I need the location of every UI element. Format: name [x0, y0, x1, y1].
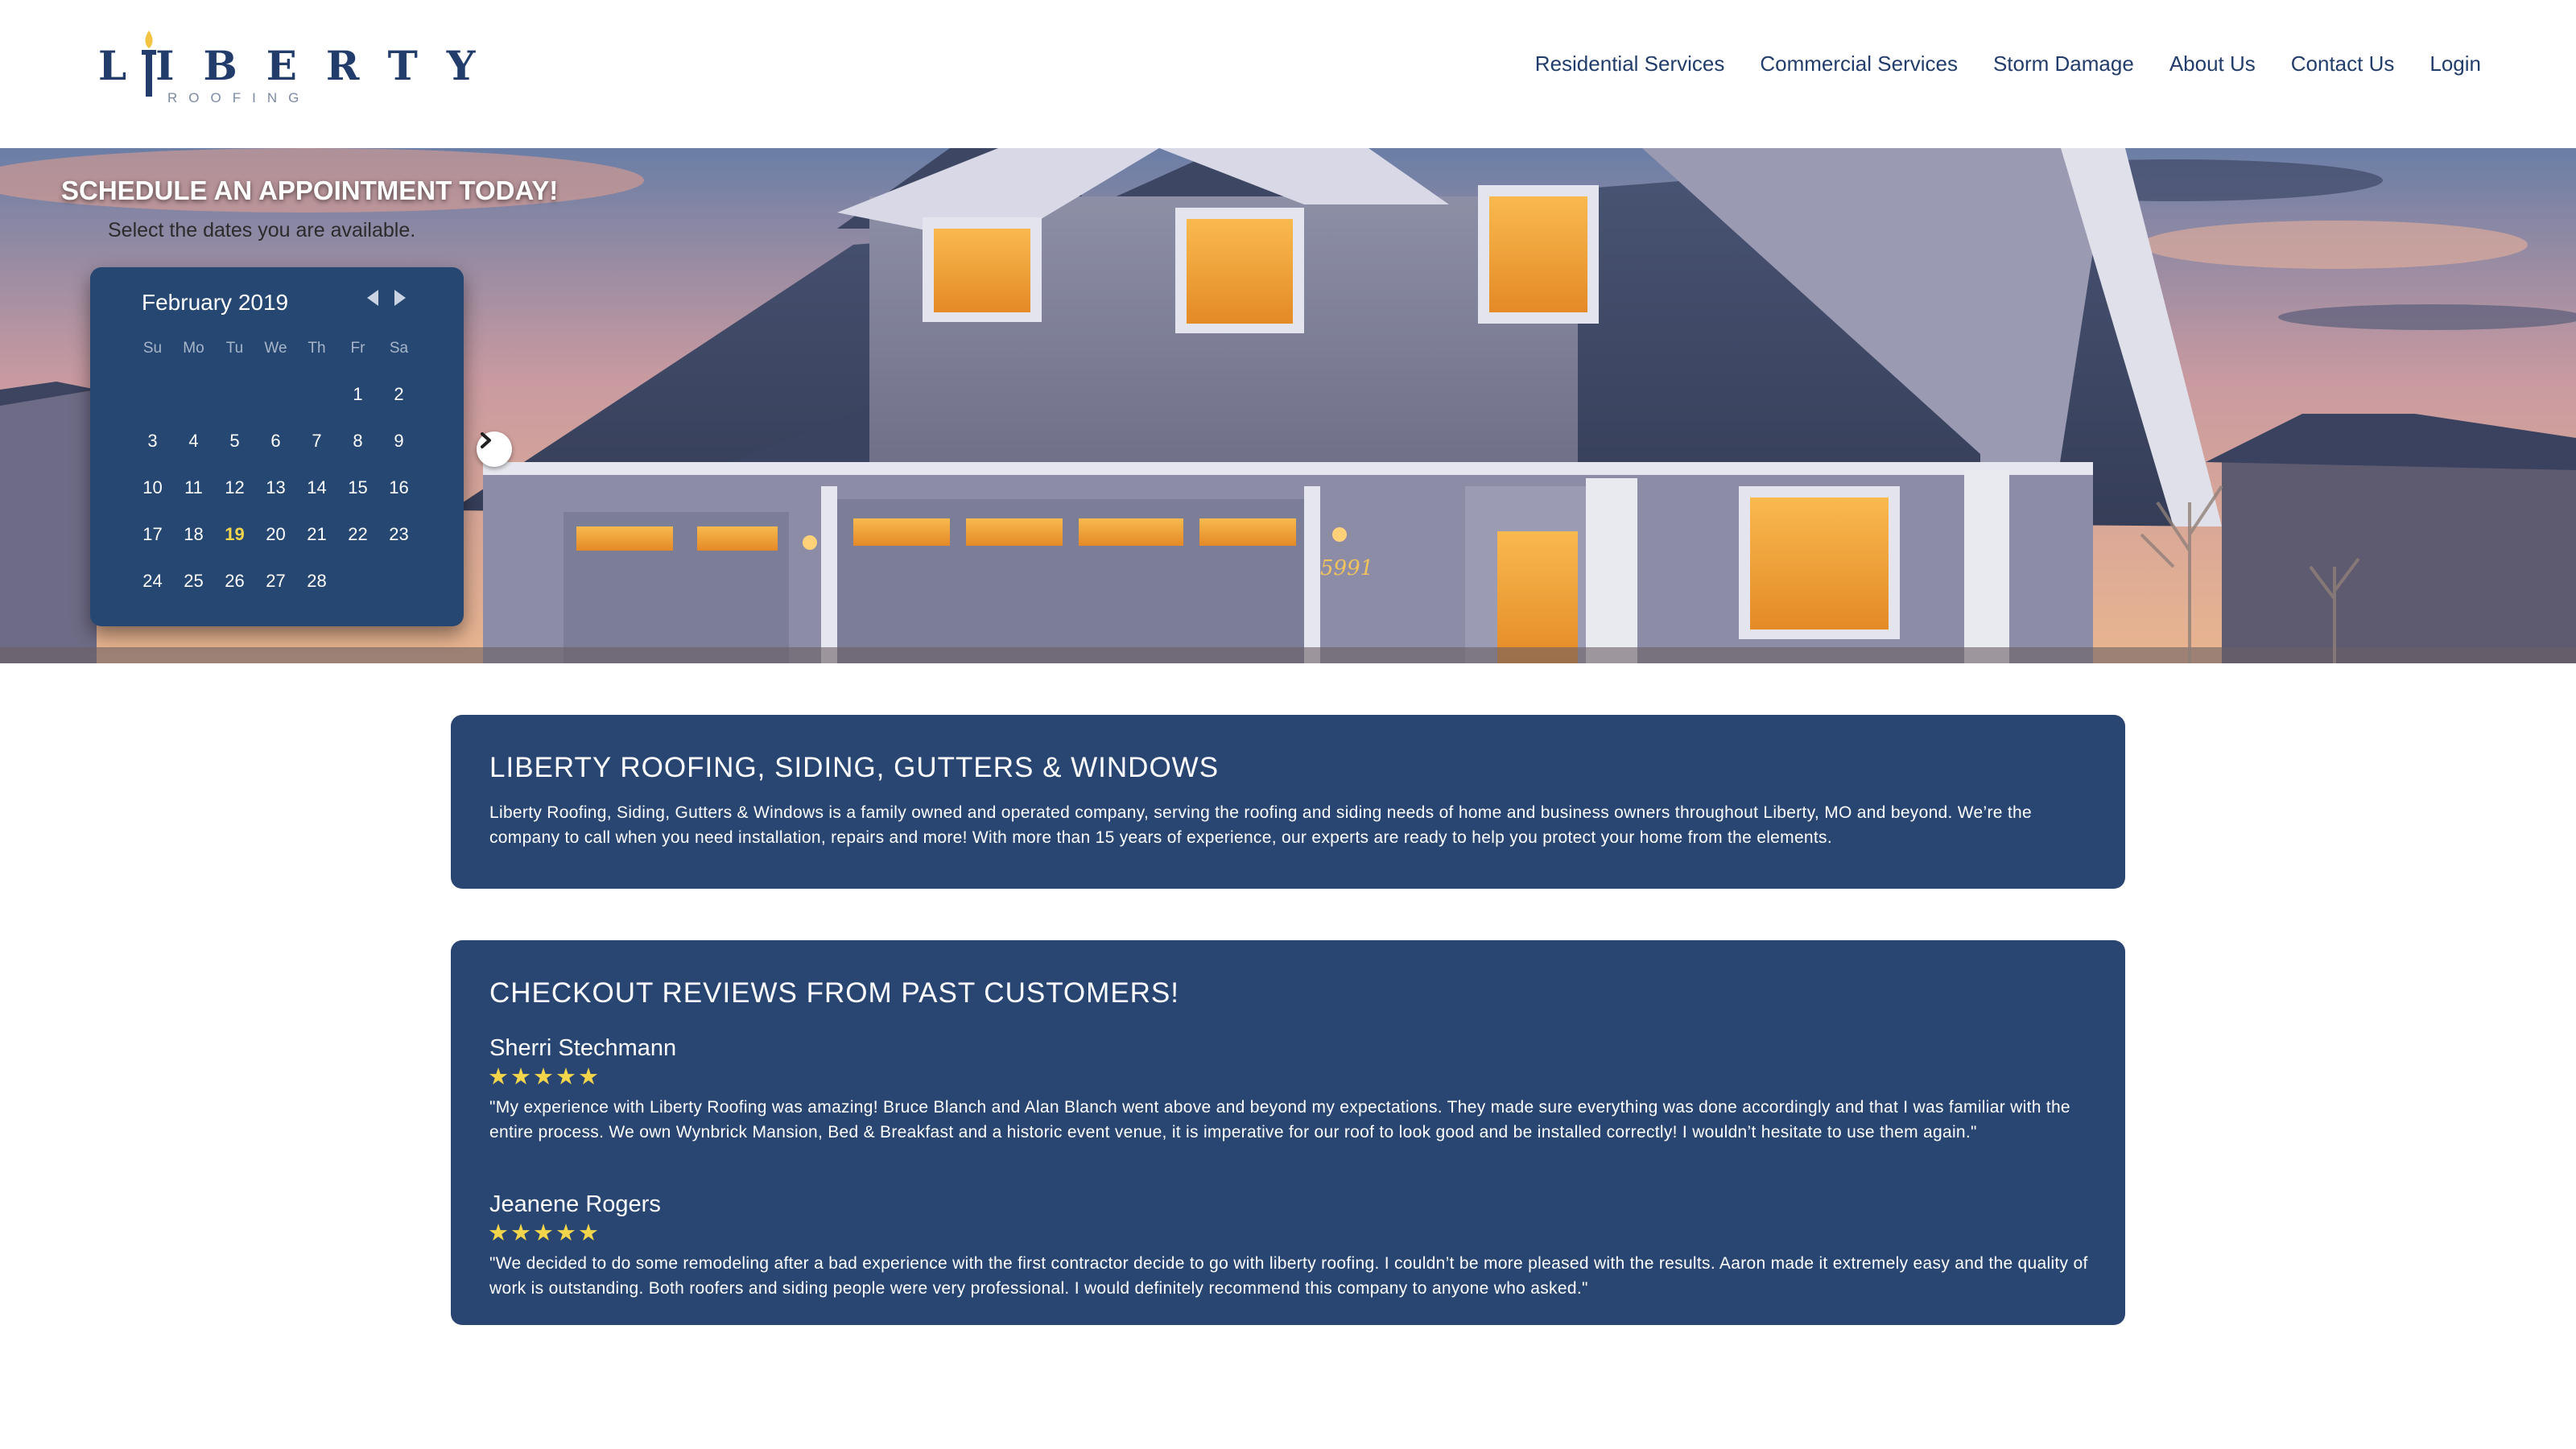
appointment-calendar: February 2019 Su Mo Tu We Th Fr Sa 1 2 3 4 5 6 7 8 9 10 1… [90, 267, 464, 626]
calendar-day[interactable]: 27 [255, 565, 296, 612]
review-author: Jeanene Rogers [489, 1191, 661, 1217]
calendar-day[interactable]: 18 [173, 518, 214, 565]
nav-residential-services[interactable]: Residential Services [1535, 52, 1725, 76]
review-text: "My experience with Liberty Roofing was … [489, 1098, 2070, 1141]
caret-right-icon[interactable] [394, 290, 406, 306]
calendar-weekday: Su [142, 340, 163, 357]
caret-left-icon[interactable] [367, 290, 378, 306]
calendar-day[interactable]: 26 [214, 565, 255, 612]
calendar-grid: Su Mo Tu We Th Fr Sa 1 2 3 4 5 6 7 8 9 10 11 12 13 14 15 16 17 1… [132, 336, 419, 612]
calendar-day[interactable]: 12 [214, 472, 255, 518]
calendar-day[interactable]: 22 [337, 518, 378, 565]
calendar-day[interactable]: 24 [132, 565, 173, 612]
calendar-day[interactable]: 14 [296, 472, 337, 518]
calendar-day[interactable]: 3 [132, 425, 173, 472]
hero-banner: 5991 SCHEDULE AN APPOINTMENT TODAY! Sele… [0, 148, 2576, 663]
star-rating-icon: ★★★★★ [488, 1220, 601, 1246]
calendar-day[interactable]: 8 [337, 425, 378, 472]
calendar-empty-cell [173, 378, 214, 425]
house-number: 5991 [1320, 556, 1373, 580]
calendar-weekday: Mo [183, 340, 204, 357]
calendar-empty-cell [296, 378, 337, 425]
star-rating-icon: ★★★★★ [488, 1064, 601, 1090]
calendar-weekday: Tu [225, 340, 244, 357]
main-nav: Residential Services Commercial Services… [1535, 52, 2481, 76]
about-panel: LIBERTY ROOFING, SIDING, GUTTERS & WINDO… [451, 715, 2125, 889]
calendar-weekday: We [264, 340, 287, 357]
calendar-weekday: Th [308, 340, 326, 357]
calendar-empty-cell [214, 378, 255, 425]
about-text: Liberty Roofing, Siding, Gutters & Windo… [489, 803, 2032, 847]
logo-subtitle: ROOFING [167, 90, 311, 105]
calendar-day[interactable]: 2 [378, 378, 419, 425]
schedule-title: SCHEDULE AN APPOINTMENT TODAY! [61, 175, 559, 205]
calendar-day[interactable]: 23 [378, 518, 419, 565]
calendar-day[interactable]: 6 [255, 425, 296, 472]
calendar-day[interactable]: 7 [296, 425, 337, 472]
liberty-roofing-logo[interactable]: LIBERTY ROOFING [98, 27, 476, 108]
calendar-empty-cell [255, 378, 296, 425]
nav-storm-damage[interactable]: Storm Damage [1993, 52, 2134, 76]
nav-contact-us[interactable]: Contact Us [2291, 52, 2395, 76]
reviews-title: CHECKOUT REVIEWS FROM PAST CUSTOMERS! [489, 977, 1180, 1009]
reviews-panel: CHECKOUT REVIEWS FROM PAST CUSTOMERS! Sh… [451, 940, 2125, 1325]
calendar-day[interactable]: 15 [337, 472, 378, 518]
calendar-day[interactable]: 11 [173, 472, 214, 518]
calendar-day[interactable]: 4 [173, 425, 214, 472]
calendar-weekday: Sa [389, 340, 409, 357]
review-text: "We decided to do some remodeling after … [489, 1254, 2088, 1298]
calendar-day[interactable]: 21 [296, 518, 337, 565]
calendar-day[interactable]: 13 [255, 472, 296, 518]
calendar-day[interactable]: 20 [255, 518, 296, 565]
site-header: LIBERTY ROOFING Residential Services Com… [0, 0, 2576, 148]
review-author: Sherri Stechmann [489, 1035, 677, 1061]
calendar-day[interactable]: 28 [296, 565, 337, 612]
calendar-empty-cell [132, 378, 173, 425]
calendar-day[interactable]: 9 [378, 425, 419, 472]
calendar-weekday: Fr [350, 340, 365, 357]
logo-wordmark: LIBERTY [98, 42, 505, 89]
calendar-day[interactable]: 5 [214, 425, 255, 472]
nav-commercial-services[interactable]: Commercial Services [1760, 52, 1958, 76]
calendar-day[interactable]: 1 [337, 378, 378, 425]
calendar-day-today[interactable]: 19 [214, 518, 255, 565]
chevron-right-icon [481, 432, 491, 448]
calendar-day[interactable]: 16 [378, 472, 419, 518]
calendar-month-label: February 2019 [142, 290, 289, 315]
calendar-day[interactable]: 25 [173, 565, 214, 612]
calendar-day[interactable]: 17 [132, 518, 173, 565]
schedule-subtitle: Select the dates you are available. [108, 219, 416, 242]
calendar-day[interactable]: 10 [132, 472, 173, 518]
nav-login[interactable]: Login [2429, 52, 2481, 76]
slider-next-button[interactable] [477, 431, 512, 467]
nav-about-us[interactable]: About Us [2169, 52, 2256, 76]
about-title: LIBERTY ROOFING, SIDING, GUTTERS & WINDO… [489, 752, 1220, 783]
